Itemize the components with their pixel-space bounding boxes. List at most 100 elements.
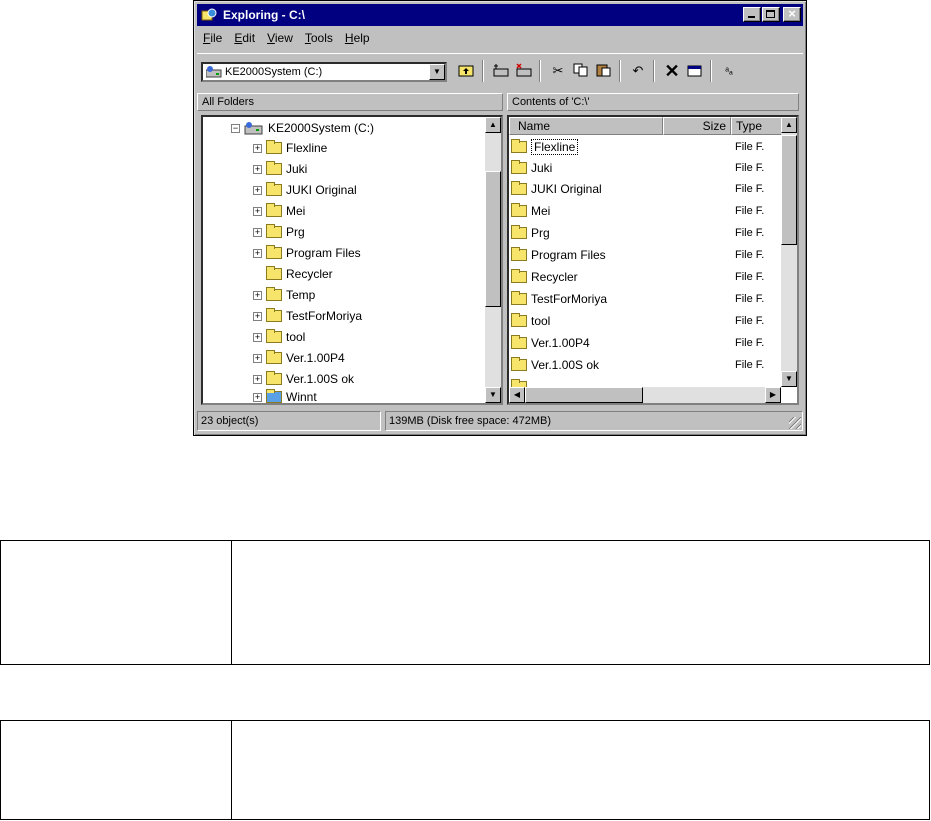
folder-icon [266,371,282,385]
column-name[interactable]: Name [509,117,663,135]
column-type[interactable]: Type [731,117,783,135]
list-item[interactable]: Mei [511,201,550,221]
list-item[interactable]: Prg [511,223,550,243]
tree-folder[interactable]: + Winnt [253,387,317,403]
title-bar[interactable]: Exploring - C:\ × [197,4,803,26]
right-pane-header: Contents of 'C:\' [507,93,799,111]
minimize-button[interactable] [743,7,761,22]
tree-folder[interactable]: Recycler [266,264,333,284]
collapse-icon[interactable]: − [231,123,240,133]
menu-tools[interactable]: Tools [299,29,339,47]
cut-button[interactable]: ✂ [547,60,569,82]
properties-button[interactable] [684,60,706,82]
map-drive-button[interactable] [490,60,512,82]
list-item-type: File F. [735,359,765,371]
column-size[interactable]: Size [663,117,731,135]
list-item[interactable]: Ver.1.00P4 [511,333,590,353]
left-pane-header: All Folders [197,93,503,111]
folder-icon [266,161,282,175]
window-title: Exploring - C:\ [223,8,305,22]
tree-folder[interactable]: + Flexline [253,138,327,158]
tree-folder[interactable]: + Ver.1.00P4 [253,348,345,368]
scroll-thumb[interactable] [485,171,501,307]
disconnect-drive-icon [515,62,533,80]
expand-icon[interactable]: + [253,143,262,153]
address-combo[interactable]: KE2000System (C:) ▼ [201,62,447,82]
list-item[interactable]: Ver.1.00S ok [511,355,599,375]
chevron-down-icon[interactable]: ▼ [429,64,445,80]
tree-folder[interactable]: + JUKI Original [253,180,357,200]
expand-icon[interactable]: + [253,311,262,321]
contents-hscrollbar[interactable]: ◀ ▶ [509,387,781,403]
menu-help[interactable]: Help [339,29,376,47]
explorer-window: Exploring - C:\ × File Edit View Tools H… [193,0,807,436]
tree-folder[interactable]: + Ver.1.00S ok [253,369,354,389]
folder-icon [511,203,527,217]
undo-icon: ↶ [632,63,644,78]
list-item[interactable]: Juki [511,158,552,178]
list-item[interactable]: Program Files [511,245,606,265]
expand-icon[interactable]: + [253,164,262,174]
doc-table-2 [0,720,930,820]
contents-vscrollbar[interactable]: ▲ ▼ [781,117,797,387]
scroll-left-icon[interactable]: ◀ [509,387,525,403]
list-item[interactable]: TestForMoriya [511,289,607,309]
expand-icon[interactable]: + [253,353,262,363]
maximize-icon [766,10,775,18]
expand-icon[interactable]: + [253,374,262,384]
expand-icon[interactable]: + [253,206,262,216]
status-bar: 23 object(s) 139MB (Disk free space: 472… [197,411,803,431]
menu-bar: File Edit View Tools Help [197,29,376,47]
folder-tree[interactable]: − KE2000System (C:) + Flexline + Juki + JUK… [201,115,503,405]
disconnect-drive-button[interactable] [513,60,535,82]
tree-folder[interactable]: + Temp [253,285,315,305]
tree-root[interactable]: − KE2000System (C:) [231,118,374,138]
tree-folder[interactable]: + Mei [253,201,305,221]
resize-grip-icon[interactable] [789,417,801,429]
maximize-button[interactable] [762,7,780,22]
expand-icon[interactable]: + [253,185,262,195]
scroll-down-icon[interactable]: ▼ [485,387,501,403]
paste-button[interactable] [593,60,615,82]
menu-view[interactable]: View [261,29,299,47]
folder-icon [511,247,527,261]
undo-button[interactable]: ↶ [627,60,649,82]
expand-icon[interactable]: + [253,227,262,237]
delete-icon: ✕ [664,60,680,81]
expand-icon[interactable]: + [253,290,262,300]
explorer-icon [201,7,217,23]
scroll-right-icon[interactable]: ▶ [765,387,781,403]
tree-folder[interactable]: + tool [253,327,305,347]
folder-icon [266,245,282,259]
list-item-type: File F. [735,271,765,283]
tree-folder[interactable]: + TestForMoriya [253,306,362,326]
large-icons-button[interactable]: ᵃₐ [718,60,740,82]
scroll-down-icon[interactable]: ▼ [781,371,797,387]
menu-edit[interactable]: Edit [228,29,261,47]
tree-folder[interactable]: + Juki [253,159,307,179]
tree-folder[interactable]: + Program Files [253,243,361,263]
scroll-thumb[interactable] [525,387,643,403]
list-item[interactable]: Flexline [511,137,579,157]
menu-file[interactable]: File [197,29,228,47]
list-item[interactable]: Recycler [511,267,578,287]
cut-icon: ✂ [552,63,564,78]
tree-folder[interactable]: + Prg [253,222,305,242]
scroll-thumb[interactable] [781,135,797,245]
list-item[interactable]: tool [511,311,550,331]
expand-icon[interactable]: + [253,248,262,258]
delete-button[interactable]: ✕ [661,60,683,82]
status-object-count: 23 object(s) [197,411,381,431]
contents-list[interactable]: Name Size Type Flexline File F. Juki Fil… [507,115,799,405]
close-button[interactable]: × [783,6,801,22]
list-item[interactable]: JUKI Original [511,179,602,199]
tree-scrollbar[interactable]: ▲ ▼ [485,117,501,403]
expand-icon[interactable]: + [253,392,262,402]
up-folder-button[interactable] [455,60,477,82]
scroll-up-icon[interactable]: ▲ [781,117,797,133]
folder-icon [511,313,527,327]
expand-icon[interactable]: + [253,332,262,342]
scroll-up-icon[interactable]: ▲ [485,117,501,133]
copy-button[interactable] [570,60,592,82]
folder-icon [266,224,282,238]
